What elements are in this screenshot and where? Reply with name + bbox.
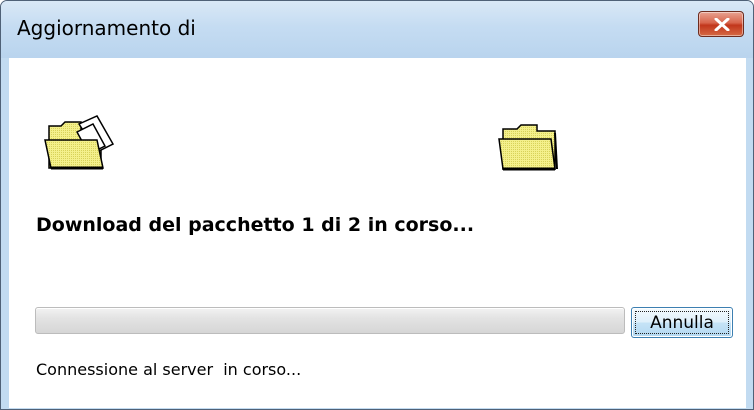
window-title: Aggiornamento di xyxy=(17,16,196,40)
cancel-button[interactable]: Annulla xyxy=(631,307,733,338)
title-bar[interactable]: Aggiornamento di xyxy=(1,1,753,58)
download-status-heading: Download del pacchetto 1 di 2 in corso..… xyxy=(36,214,475,236)
folder-icon xyxy=(498,124,558,171)
download-progress-bar xyxy=(35,307,625,334)
cancel-button-label: Annulla xyxy=(650,312,714,333)
dialog-content: Download del pacchetto 1 di 2 in corso..… xyxy=(9,58,746,408)
close-button[interactable] xyxy=(698,11,744,37)
update-dialog: Aggiornamento di Download del pacchetto … xyxy=(0,0,754,410)
close-icon xyxy=(714,18,730,31)
folder-with-documents-icon xyxy=(44,115,115,170)
connection-status-text: Connessione al server in corso... xyxy=(36,360,302,379)
